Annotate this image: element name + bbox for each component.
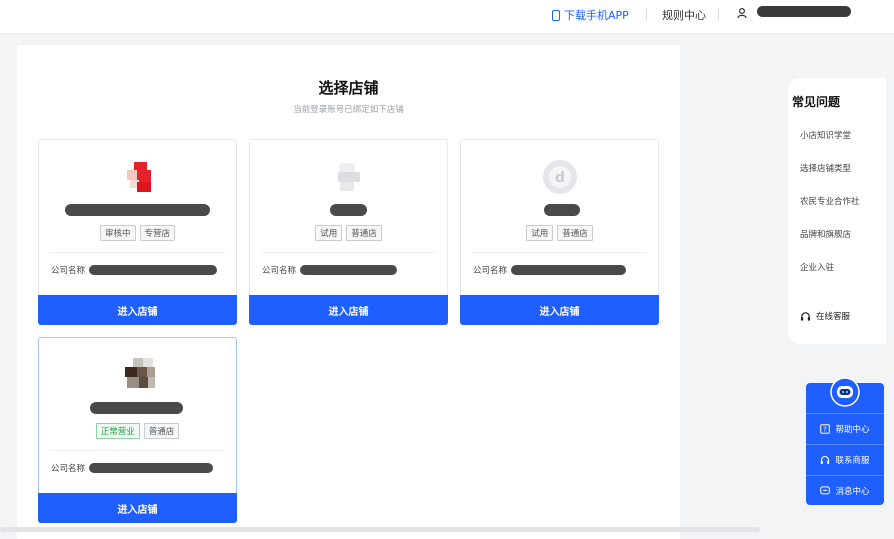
company-name-redacted	[89, 463, 214, 473]
download-app-link[interactable]: 下载手机APP	[552, 7, 629, 23]
enter-shop-button[interactable]: 进入店铺	[460, 295, 659, 325]
phone-icon	[552, 9, 560, 21]
shop-card[interactable]: d 试用 普通店 公司名称 进入店铺	[460, 139, 659, 325]
status-tag: 试用	[315, 225, 343, 241]
shop-logo	[126, 162, 151, 192]
company-label: 公司名称	[51, 266, 86, 276]
help-center-link[interactable]: ? 帮助中心	[806, 413, 884, 443]
status-tag: 试用	[526, 225, 554, 241]
faq-item[interactable]: 农民专业合作社	[800, 195, 860, 207]
contact-service-link[interactable]: 联系商服	[806, 444, 884, 474]
card-divider	[50, 252, 225, 253]
shop-select-panel: 选择店铺 当前登录账号已绑定如下店铺 审核中 专营店 公司名称 进入店铺 试用 …	[17, 45, 680, 539]
type-tag: 普通店	[557, 225, 593, 241]
company-row: 公司名称	[262, 264, 398, 276]
message-center-label: 消息中心	[835, 486, 870, 497]
company-row: 公司名称	[473, 264, 627, 276]
shop-tags: 试用 普通店	[461, 225, 658, 241]
shop-card[interactable]: 审核中 专营店 公司名称 进入店铺	[38, 139, 237, 325]
shop-card-selected[interactable]: 正常营业 普通店 公司名称 进入店铺	[38, 337, 237, 523]
svg-text:d: d	[554, 170, 564, 186]
online-service-label: 在线客服	[816, 312, 851, 322]
contact-service-label: 联系商服	[835, 455, 870, 466]
faq-item[interactable]: 选择店铺类型	[800, 162, 851, 174]
faq-item[interactable]: 小店知识学堂	[800, 129, 851, 141]
user-icon[interactable]	[736, 7, 748, 19]
top-bar: 下载手机APP 规则中心	[0, 0, 894, 34]
shop-card[interactable]: 试用 普通店 公司名称 进入店铺	[249, 139, 448, 325]
company-label: 公司名称	[262, 266, 297, 276]
enter-shop-button[interactable]: 进入店铺	[249, 295, 448, 325]
type-tag: 普通店	[346, 225, 382, 241]
username-redacted[interactable]	[757, 6, 851, 17]
online-service-link[interactable]: 在线客服	[800, 310, 850, 322]
status-tag: 审核中	[99, 225, 136, 241]
divider	[646, 8, 647, 20]
horizontal-scrollbar[interactable]	[0, 527, 760, 532]
message-center-link[interactable]: 消息中心	[806, 475, 884, 505]
company-name-redacted	[89, 265, 218, 275]
help-widget: ? 帮助中心 联系商服 消息中心	[806, 377, 884, 505]
status-tag: 正常营业	[95, 423, 140, 439]
help-center-label: 帮助中心	[835, 424, 870, 435]
shop-name-redacted	[544, 204, 580, 216]
headset-icon	[821, 455, 830, 464]
download-app-label: 下载手机APP	[564, 9, 629, 22]
shop-logo: d	[542, 160, 577, 194]
company-label: 公司名称	[473, 266, 508, 276]
rules-center-link[interactable]: 规则中心	[662, 7, 706, 23]
type-tag: 普通店	[143, 423, 180, 439]
robot-icon	[830, 377, 860, 407]
company-row: 公司名称	[51, 264, 218, 276]
shop-name-redacted	[65, 204, 210, 216]
shop-name-redacted	[90, 402, 183, 414]
company-row: 公司名称	[51, 462, 214, 474]
shop-logo	[124, 358, 155, 388]
divider	[718, 8, 719, 20]
card-divider	[261, 252, 436, 253]
card-divider	[50, 450, 225, 451]
help-icon: ?	[820, 423, 831, 434]
type-tag: 专营店	[139, 225, 176, 241]
faq-item[interactable]: 品牌和旗舰店	[800, 228, 851, 240]
shop-tags: 正常营业 普通店	[39, 423, 236, 439]
enter-shop-button[interactable]: 进入店铺	[38, 295, 237, 325]
company-name-redacted	[300, 265, 398, 275]
faq-item[interactable]: 企业入驻	[800, 261, 834, 273]
page-subtitle: 当前登录账号已绑定如下店铺	[293, 105, 404, 115]
page-title: 选择店铺	[318, 79, 379, 97]
svg-text:?: ?	[824, 425, 828, 433]
faq-title: 常见问题	[792, 95, 841, 109]
message-icon	[820, 485, 831, 494]
enter-shop-button[interactable]: 进入店铺	[38, 493, 237, 523]
shop-tags: 试用 普通店	[250, 225, 447, 241]
faq-panel: 常见问题 小店知识学堂 选择店铺类型 农民专业合作社 品牌和旗舰店 企业入驻 在…	[788, 78, 886, 344]
company-label: 公司名称	[51, 464, 86, 474]
card-divider	[472, 252, 647, 253]
shop-name-redacted	[330, 204, 367, 216]
company-name-redacted	[511, 265, 627, 275]
shop-tags: 审核中 专营店	[39, 225, 236, 241]
headset-icon	[800, 311, 811, 321]
shop-logo	[337, 163, 360, 191]
